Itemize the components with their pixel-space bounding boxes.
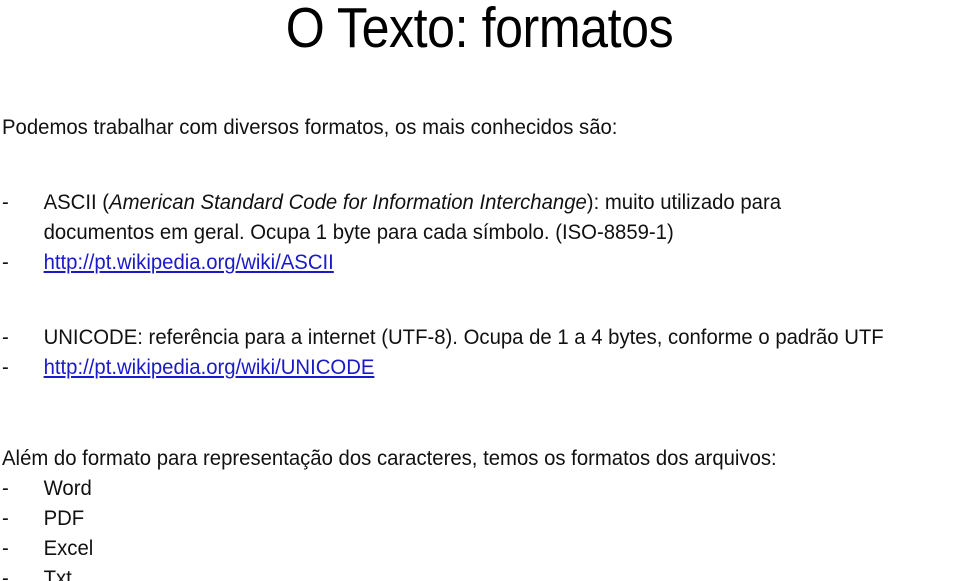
file-format-pdf: PDF [43, 506, 85, 530]
dash-marker: - [2, 250, 9, 274]
slide: O Texto: formatos Podemos trabalhar com … [0, 0, 959, 581]
ascii-text-line2: documentos em geral. Ocupa 1 byte para c… [43, 220, 674, 244]
list-item: - Txt [2, 563, 956, 581]
ascii-label: ASCII ( [43, 190, 110, 214]
unicode-text: UNICODE: referência para a internet (UTF… [43, 325, 884, 349]
intro-paragraph: Podemos trabalhar com diversos formatos,… [2, 115, 618, 139]
ascii-expansion: American Standard Code for Information I… [109, 190, 587, 214]
file-format-word: Word [43, 476, 92, 500]
slide-body: Podemos trabalhar com diversos formatos,… [2, 112, 956, 581]
dash-marker: - [2, 190, 9, 214]
ascii-after: ): muito utilizado para [586, 190, 782, 214]
page-title: O Texto: formatos [285, 0, 674, 60]
list-item-ascii-link: - http://pt.wikipedia.org/wiki/ASCII [2, 247, 956, 277]
list-item-unicode-link: - http://pt.wikipedia.org/wiki/UNICODE [2, 352, 956, 382]
ascii-text: ASCII (American Standard Code for Inform… [44, 187, 957, 217]
files-intro-paragraph: Além do formato para representação dos c… [2, 446, 777, 470]
dash-marker: - [2, 506, 9, 530]
ascii-wikipedia-link[interactable]: http://pt.wikipedia.org/wiki/ASCII [44, 247, 957, 277]
file-formats-list: - Word - PDF - Excel - Txt - Etc. [2, 473, 956, 581]
list-item-ascii: - ASCII (American Standard Code for Info… [2, 187, 956, 217]
file-format-excel: Excel [43, 536, 94, 560]
list-item-unicode: - UNICODE: referência para a internet (U… [2, 322, 956, 352]
dash-marker: - [2, 536, 9, 560]
unicode-wikipedia-link[interactable]: http://pt.wikipedia.org/wiki/UNICODE [44, 352, 957, 382]
dash-marker: - [2, 566, 9, 581]
dash-marker: - [2, 355, 9, 379]
dash-marker: - [2, 325, 9, 349]
dash-marker: - [2, 476, 9, 500]
file-format-txt: Txt [43, 566, 72, 581]
list-item: - PDF [2, 503, 956, 533]
list-item: - Word [2, 473, 956, 503]
list-item: - Excel [2, 533, 956, 563]
